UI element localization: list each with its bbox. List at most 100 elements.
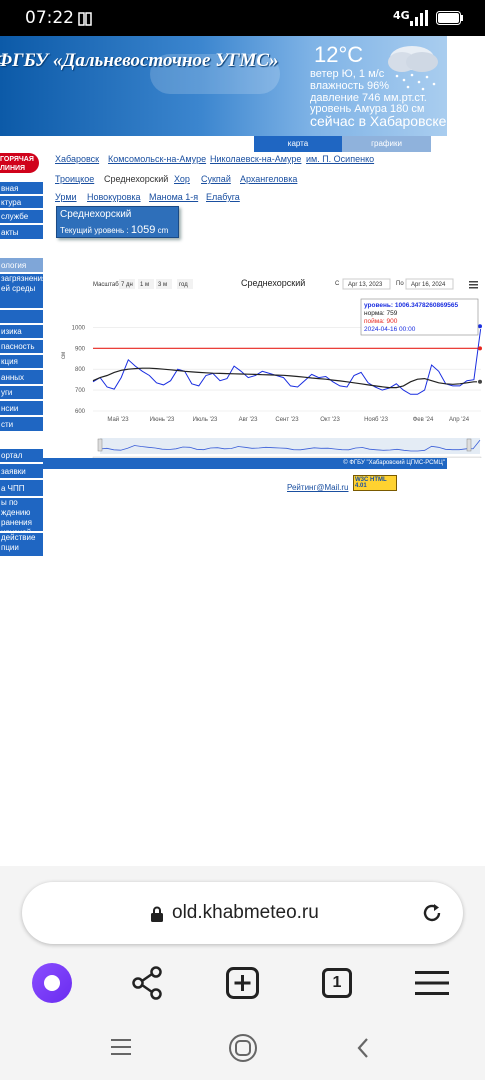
sidebar-item-20[interactable]: действие пции — [0, 533, 43, 557]
x-tick-label: Июнь '23 — [150, 417, 175, 423]
chart-title: Среднехорский — [241, 278, 305, 288]
y-tick-label: 700 — [75, 388, 86, 394]
river-link[interactable]: Троицкое — [55, 174, 94, 184]
sidebar-item-5[interactable]: ология — [0, 258, 43, 273]
to-date: Apr 16, 2024 — [411, 282, 446, 288]
status-time: 07:22 — [25, 8, 74, 28]
x-tick-label: Авг '23 — [239, 417, 259, 423]
signal-icon — [410, 10, 428, 26]
scale-button-label[interactable]: 1 м — [140, 282, 149, 288]
sidebar-item-6[interactable]: загрязнения ей среды — [0, 274, 43, 309]
station-name: Среднехорский — [60, 209, 132, 220]
status-bar: 07:22 4G — [0, 0, 485, 36]
chart-panel: Масштаб 7 дн 1 м 3 м год Среднехорский С Apr 13… — [43, 234, 485, 470]
sidebar-item-10[interactable]: кция — [0, 355, 43, 369]
to-label: По — [396, 281, 404, 287]
back-icon[interactable] — [356, 1037, 370, 1059]
sidebar-item-3[interactable]: акты — [0, 225, 43, 240]
new-tab-icon[interactable] — [226, 967, 259, 999]
sidebar-item-19[interactable]: ы по ждению ранения ирусной COVID-19) — [0, 498, 43, 532]
now-in-city: сейчас в Хабаровске — [310, 113, 447, 129]
navigator-bg — [100, 438, 480, 454]
website-viewport: ФГБУ «Дальневосточное УГМС» 12°C ветер Ю… — [0, 36, 485, 866]
humidity-info: влажность 96% — [310, 80, 390, 92]
tab-count-button[interactable]: 1 — [322, 968, 352, 998]
chart-menu-icon — [469, 281, 478, 283]
x-tick-label: Сент '23 — [275, 417, 299, 423]
y-tick-label: 800 — [75, 367, 86, 373]
river-link[interactable]: Николаевск-на-Амуре — [210, 154, 301, 164]
sidebar-item-11[interactable]: анных — [0, 370, 43, 385]
x-tick-label: Нояб '23 — [364, 417, 389, 423]
river-link[interactable]: Елабуга — [206, 192, 240, 202]
lock-icon — [151, 906, 163, 922]
water-level-chart[interactable]: Масштаб 7 дн 1 м 3 м год Среднехорский С Apr 13… — [43, 234, 485, 465]
tab-map[interactable]: карта — [254, 136, 342, 152]
alice-assistant-button[interactable] — [32, 963, 72, 1003]
tab-charts[interactable]: графики — [342, 136, 431, 152]
x-tick-label: Фев '24 — [413, 417, 434, 423]
hot-line-button[interactable]: ГОРЯЧАЯ ЛИНИЯ — [0, 153, 39, 173]
sidebar-item-18[interactable]: а ЧПП — [0, 480, 43, 497]
menu-icon[interactable] — [415, 970, 449, 996]
station-info-box: Среднехорский Текущий уровень : 1059 cm — [56, 206, 179, 238]
river-link[interactable]: Среднехорский — [104, 174, 168, 184]
site-header-banner: ФГБУ «Дальневосточное УГМС» 12°C ветер Ю… — [0, 36, 447, 136]
sidebar-item-16[interactable]: ортал — [0, 449, 43, 463]
river-link[interactable]: Новокуровка — [87, 192, 141, 202]
home-icon[interactable] — [228, 1033, 258, 1063]
river-link[interactable]: Хор — [174, 174, 190, 184]
share-icon[interactable] — [131, 966, 163, 1000]
sidebar-item-1[interactable]: ктура — [0, 196, 43, 209]
wind-info: ветер Ю, 1 м/с — [310, 68, 385, 80]
w3c-badge[interactable]: W3C HTML 4.01 — [353, 475, 397, 491]
recent-apps-icon[interactable] — [111, 1038, 131, 1056]
notification-icon — [78, 12, 92, 26]
river-link[interactable]: Архангеловка — [240, 174, 297, 184]
site-title[interactable]: ФГБУ «Дальневосточное УГМС» — [0, 50, 279, 72]
reload-icon[interactable] — [420, 901, 444, 925]
x-tick-label: Май '23 — [107, 416, 129, 423]
river-link[interactable]: Хабаровск — [55, 154, 99, 164]
chart-menu-icon — [469, 284, 478, 286]
scale-button-label[interactable]: 7 дн — [121, 282, 133, 288]
sidebar-item-12[interactable]: уги — [0, 386, 43, 400]
sidebar-item-8[interactable]: изика — [0, 325, 43, 339]
x-tick-label: Окт '23 — [320, 417, 340, 423]
sidebar-item-13[interactable]: нсии — [0, 401, 43, 416]
sidebar-item-9[interactable]: пасность — [0, 340, 43, 354]
river-link[interactable]: Урми — [55, 192, 77, 202]
river-link[interactable]: им. П. Осипенко — [306, 154, 374, 164]
battery-icon — [436, 11, 463, 25]
y-tick-label: 1000 — [72, 325, 86, 331]
sidebar-item-14[interactable]: сти — [0, 417, 43, 432]
sidebar-item-2[interactable]: службе — [0, 210, 43, 224]
sidebar-item-15[interactable] — [0, 433, 43, 448]
river-link[interactable]: Комсомольск-на-Амуре — [108, 154, 206, 164]
address-bar[interactable]: old.khabmeteo.ru — [22, 882, 463, 944]
series-end-point — [478, 346, 482, 351]
tooltip-date: 2024-04-16 00:00 — [364, 326, 416, 333]
scale-label: Масштаб — [93, 282, 119, 288]
url-text[interactable]: old.khabmeteo.ru — [172, 902, 319, 924]
chart-menu-icon — [469, 287, 478, 289]
from-date: Apr 13, 2023 — [348, 282, 383, 288]
sidebar-item-7[interactable] — [0, 310, 43, 324]
river-link[interactable]: Сукпай — [201, 174, 231, 184]
network-type: 4G — [393, 9, 410, 22]
sidebar-item-17[interactable]: заявки — [0, 464, 43, 479]
tooltip-norm: норма: 759 — [364, 310, 398, 317]
scale-button-label[interactable]: год — [179, 282, 188, 288]
river-link[interactable]: Манома 1-я — [149, 192, 198, 202]
sidebar-item-0[interactable]: вная — [0, 182, 43, 195]
tooltip-level: уровень: 1006.3478260869565 — [364, 302, 459, 309]
navigator-handle — [97, 438, 103, 452]
x-tick-label: Июль '23 — [193, 417, 218, 423]
series-line-0 — [92, 326, 482, 395]
site-footer: © ФГБУ "Хабаровский ЦГМС-РСМЦ" — [43, 458, 447, 469]
sidebar-item-4[interactable] — [0, 241, 43, 257]
scale-button-label[interactable]: 3 м — [158, 282, 167, 288]
from-label: С — [335, 281, 340, 287]
rating-link[interactable]: Рейтинг@Mail.ru — [287, 483, 349, 492]
navigator-handle — [466, 438, 472, 452]
